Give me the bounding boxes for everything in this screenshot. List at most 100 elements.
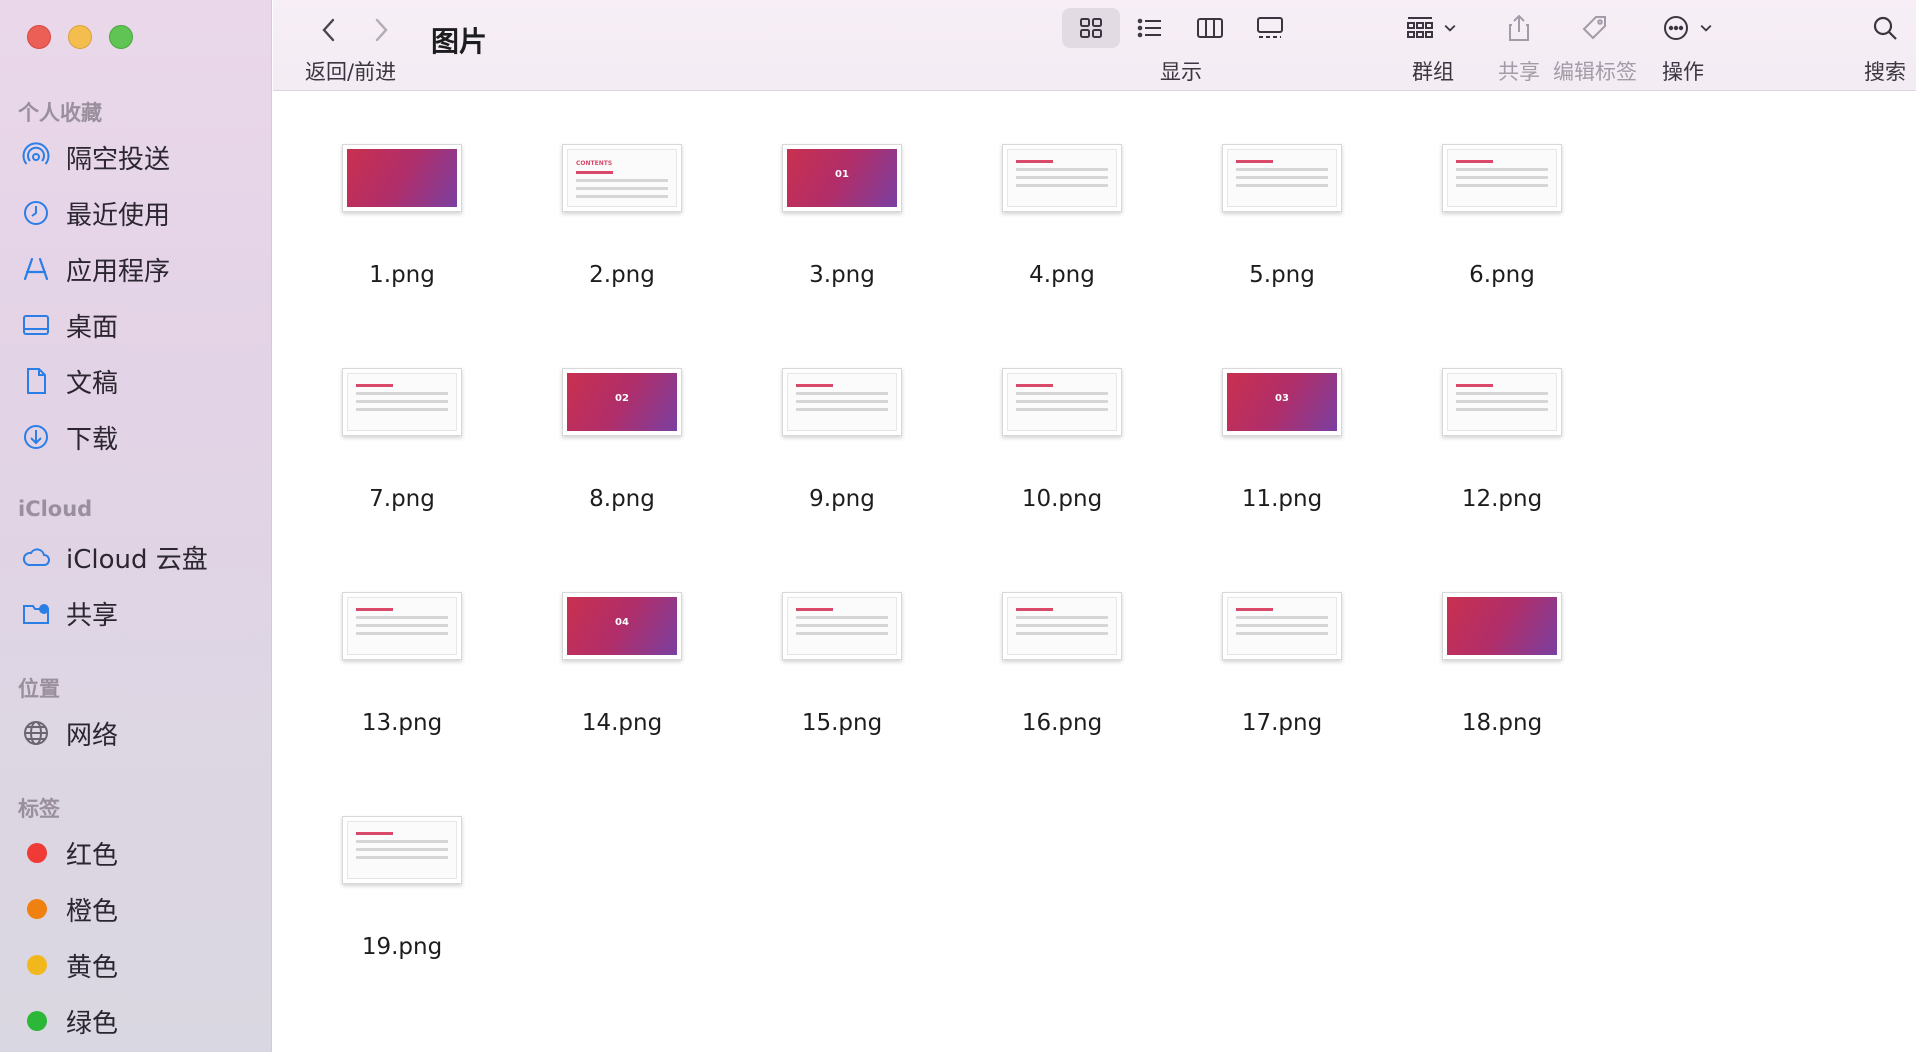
thumbnail-line xyxy=(356,624,448,627)
thumbnail-preview xyxy=(1007,373,1117,431)
thumbnail-preview: CONTENTS xyxy=(567,149,677,207)
sidebar-item-icloud-drive[interactable]: iCloud 云盘 xyxy=(20,535,208,579)
sidebar-item-label: 共享 xyxy=(66,600,119,631)
forward-button[interactable] xyxy=(361,10,401,50)
thumbnail-preview xyxy=(1227,597,1337,655)
tags-label: 编辑标签 xyxy=(1553,60,1637,84)
sidebar-item-airdrop[interactable]: 隔空投送 xyxy=(20,135,170,179)
sidebar-item-recents[interactable]: 最近使用 xyxy=(20,191,170,235)
sidebar-item-documents[interactable]: 文稿 xyxy=(20,359,118,403)
share-button[interactable] xyxy=(1499,8,1539,48)
thumbnail-line xyxy=(576,187,668,190)
file-thumbnail xyxy=(1002,592,1122,660)
sidebar-item-network[interactable]: 网络 xyxy=(20,711,118,755)
thumbnail-line xyxy=(1016,616,1108,619)
file-item[interactable]: 7.png xyxy=(302,316,502,512)
tags-control[interactable] xyxy=(1575,8,1615,48)
edit-tags-button[interactable] xyxy=(1575,8,1615,48)
thumbnail-line xyxy=(1456,168,1548,171)
thumbnail-line xyxy=(1236,184,1328,187)
thumbnail-line xyxy=(796,632,888,635)
thumbnail-preview: 01 xyxy=(787,149,897,207)
thumbnail-preview xyxy=(787,373,897,431)
sidebar-header-icloud: iCloud xyxy=(18,497,93,521)
thumbnail-line xyxy=(796,384,833,387)
thumbnail-preview xyxy=(1007,149,1117,207)
sidebar-item-downloads[interactable]: 下载 xyxy=(20,415,118,459)
file-item[interactable]: 17.png xyxy=(1182,540,1382,736)
back-button[interactable] xyxy=(309,10,349,50)
file-item[interactable]: 01 3.png xyxy=(742,92,942,288)
thumbnail-line xyxy=(796,392,888,395)
thumbnail-lines xyxy=(356,608,448,640)
file-item[interactable]: 04 14.png xyxy=(522,540,722,736)
thumbnail-line xyxy=(1456,160,1493,163)
search-label: 搜索 xyxy=(1864,60,1906,84)
file-thumbnail xyxy=(1442,368,1562,436)
action-button[interactable] xyxy=(1653,8,1723,48)
file-thumbnail: 02 xyxy=(562,368,682,436)
file-item[interactable]: 5.png xyxy=(1182,92,1382,288)
file-item[interactable]: 4.png xyxy=(962,92,1162,288)
file-item[interactable]: 12.png xyxy=(1402,316,1602,512)
thumbnail-line xyxy=(1236,624,1328,627)
sidebar-item-tag-orange[interactable]: 橙色 xyxy=(20,887,118,931)
sidebar-item-label: 红色 xyxy=(66,840,119,871)
thumbnail-line xyxy=(356,632,448,635)
thumbnail-caption: 02 xyxy=(615,393,629,404)
shared-folder-icon xyxy=(20,597,52,629)
list-view-button[interactable] xyxy=(1120,8,1180,48)
file-name: 15.png xyxy=(801,710,883,736)
action-label: 操作 xyxy=(1662,60,1704,84)
thumbnail-line xyxy=(1236,632,1328,635)
sidebar-item-tag-green[interactable]: 绿色 xyxy=(20,999,118,1043)
file-item[interactable]: 19.png xyxy=(302,764,502,960)
thumbnail-line xyxy=(796,624,888,627)
group-label: 群组 xyxy=(1412,60,1454,84)
file-item[interactable]: 03 11.png xyxy=(1182,316,1382,512)
action-control[interactable] xyxy=(1653,8,1723,48)
column-view-button[interactable] xyxy=(1180,8,1240,48)
share-control[interactable] xyxy=(1499,8,1539,48)
minimize-window-button[interactable] xyxy=(68,25,92,49)
file-item[interactable]: 13.png xyxy=(302,540,502,736)
file-thumbnail xyxy=(1222,592,1342,660)
globe-icon xyxy=(20,717,52,749)
group-button[interactable] xyxy=(1397,8,1467,48)
thumbnail-line xyxy=(356,408,448,411)
file-item[interactable]: 15.png xyxy=(742,540,942,736)
file-thumbnail xyxy=(342,592,462,660)
thumbnail-line xyxy=(356,840,448,843)
sidebar-header-tags: 标签 xyxy=(18,797,60,821)
thumbnail-line xyxy=(1456,176,1548,179)
file-item[interactable]: 18.png xyxy=(1402,540,1602,736)
sidebar-item-desktop[interactable]: 桌面 xyxy=(20,303,118,347)
search-button[interactable] xyxy=(1865,8,1905,48)
thumbnail-line xyxy=(1016,624,1108,627)
file-item[interactable]: 10.png xyxy=(962,316,1162,512)
gallery-view-button[interactable] xyxy=(1240,8,1300,48)
file-item[interactable]: 6.png xyxy=(1402,92,1602,288)
sidebar-item-applications[interactable]: 应用程序 xyxy=(20,247,170,291)
file-item[interactable]: CONTENTS 2.png xyxy=(522,92,722,288)
thumbnail-line xyxy=(1236,616,1328,619)
close-window-button[interactable] xyxy=(27,25,51,49)
thumbnail-line xyxy=(356,392,448,395)
file-name: 4.png xyxy=(1029,262,1095,288)
group-control[interactable] xyxy=(1397,8,1467,48)
file-item[interactable]: 16.png xyxy=(962,540,1162,736)
thumbnail-line xyxy=(1016,632,1108,635)
sidebar-item-shared[interactable]: 共享 xyxy=(20,591,118,635)
file-name: 16.png xyxy=(1021,710,1103,736)
file-name: 14.png xyxy=(581,710,663,736)
thumbnail-line xyxy=(576,179,668,182)
file-item[interactable]: 02 8.png xyxy=(522,316,722,512)
zoom-window-button[interactable] xyxy=(109,25,133,49)
search-control[interactable] xyxy=(1865,8,1905,48)
sidebar-item-tag-red[interactable]: 红色 xyxy=(20,831,118,875)
icon-view-button[interactable] xyxy=(1062,8,1120,48)
file-item[interactable]: 1.png xyxy=(302,92,502,288)
file-item[interactable]: 9.png xyxy=(742,316,942,512)
share-label: 共享 xyxy=(1498,60,1540,84)
sidebar-item-tag-yellow[interactable]: 黄色 xyxy=(20,943,118,987)
